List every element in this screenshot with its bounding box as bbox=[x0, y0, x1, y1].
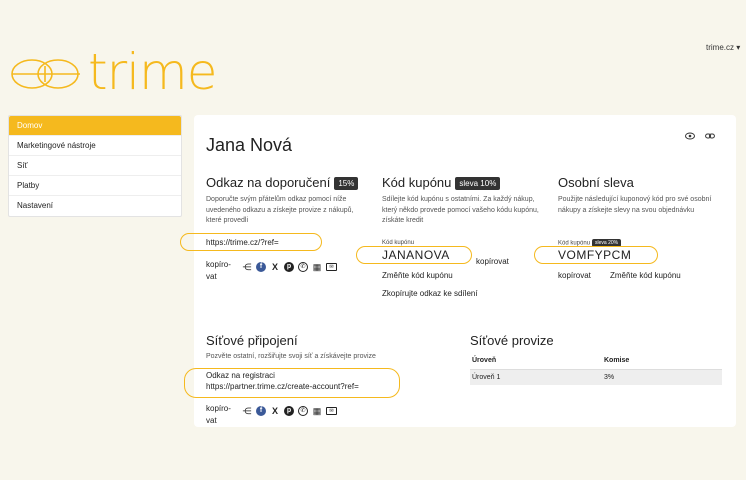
column-header-level: Úroveň bbox=[470, 353, 602, 370]
sidebar-item-marketing-tools[interactable]: Marketingové nástroje bbox=[9, 136, 181, 156]
referral-section-title: Odkaz na doporučení 15% bbox=[206, 175, 359, 191]
coupon-copy-link-button[interactable]: Zkopírujte odkaz ke sdílení bbox=[382, 289, 478, 298]
sidebar-item-home[interactable]: Domov bbox=[9, 116, 181, 136]
network-link[interactable]: https://partner.trime.cz/create-account?… bbox=[206, 382, 359, 391]
mail-icon[interactable]: ✉ bbox=[326, 407, 337, 415]
personal-discount-title: Osobní sleva bbox=[558, 175, 634, 190]
facebook-icon[interactable]: f bbox=[256, 262, 266, 272]
whatsapp-icon[interactable]: ✆ bbox=[298, 406, 308, 416]
coupon-description: Sdílejte kód kupónu s ostatními. Za každ… bbox=[382, 196, 539, 224]
whatsapp-icon[interactable]: ✆ bbox=[298, 262, 308, 272]
x-icon[interactable]: X bbox=[270, 262, 280, 272]
personal-copy-button[interactable]: kopírovat bbox=[558, 271, 591, 280]
coupon-badge: sleva 10% bbox=[455, 177, 501, 191]
commissions-table: Úroveň Komise Úroveň 1 3% bbox=[470, 353, 722, 385]
referral-copy-button[interactable]: kopíro- vat bbox=[206, 259, 231, 283]
referral-description: Doporučte svým přátelům odkaz pomocí níž… bbox=[206, 196, 354, 224]
sidebar-item-payments[interactable]: Platby bbox=[9, 176, 181, 196]
referral-badge: 15% bbox=[334, 177, 359, 191]
coupon-change-button[interactable]: Změňte kód kupónu bbox=[382, 271, 453, 280]
referral-title: Odkaz na doporučení bbox=[206, 175, 331, 190]
personal-code[interactable]: VOMFYPCM bbox=[558, 248, 631, 262]
coupon-title: Kód kupónu bbox=[382, 175, 452, 190]
eye-icon[interactable] bbox=[682, 129, 698, 145]
pinterest-icon[interactable]: p bbox=[284, 262, 294, 272]
mail-icon[interactable]: ✉ bbox=[326, 263, 337, 271]
link-icon[interactable] bbox=[702, 129, 718, 145]
site-switcher[interactable]: trime.cz ▾ bbox=[706, 43, 740, 52]
brand-name: trime bbox=[88, 43, 218, 101]
brand-logo[interactable]: trime bbox=[8, 43, 218, 101]
table-row: Úroveň 1 3% bbox=[470, 369, 722, 385]
qr-code-icon[interactable]: ▦ bbox=[312, 262, 322, 272]
qr-code-icon[interactable]: ▦ bbox=[312, 406, 322, 416]
network-copy-button[interactable]: kopíro- vat bbox=[206, 403, 231, 427]
column-header-commission: Komise bbox=[602, 353, 722, 370]
main-card: Jana Nová Odkaz na doporučení 15% Doporuč… bbox=[180, 115, 736, 427]
level-cell: Úroveň 1 bbox=[470, 369, 602, 385]
coupon-section-title: Kód kupónu sleva 10% bbox=[382, 175, 501, 191]
x-icon[interactable]: X bbox=[270, 406, 280, 416]
personal-discount-description: Použijte následující kuponový kód pro sv… bbox=[558, 196, 712, 214]
network-share-row: ⋲ f X p ✆ ▦ ✉ bbox=[242, 406, 337, 416]
referral-share-row: ⋲ f X p ✆ ▦ ✉ bbox=[242, 262, 337, 272]
commissions-title: Síťové provize bbox=[470, 333, 554, 348]
logo-mark-icon bbox=[11, 59, 80, 89]
network-link-label: Odkaz na registraci bbox=[206, 371, 275, 380]
referral-link[interactable]: https://trime.cz/?ref= bbox=[206, 238, 279, 247]
sidebar-item-settings[interactable]: Nastavení bbox=[9, 196, 181, 216]
commission-cell: 3% bbox=[602, 369, 722, 385]
coupon-code[interactable]: JANANOVA bbox=[382, 248, 450, 262]
pinterest-icon[interactable]: p bbox=[284, 406, 294, 416]
sidebar-item-network[interactable]: Síť bbox=[9, 156, 181, 176]
share-icon[interactable]: ⋲ bbox=[242, 262, 252, 272]
facebook-icon[interactable]: f bbox=[256, 406, 266, 416]
sidebar: Domov Marketingové nástroje Síť Platby N… bbox=[8, 115, 182, 217]
personal-change-button[interactable]: Změňte kód kupónu bbox=[610, 271, 681, 280]
network-title: Síťové připojení bbox=[206, 333, 298, 348]
coupon-copy-button[interactable]: kopírovat bbox=[476, 257, 509, 266]
network-description: Pozvěte ostatní, rozšiřujte svoji síť a … bbox=[206, 353, 376, 360]
share-icon[interactable]: ⋲ bbox=[242, 406, 252, 416]
page-title: Jana Nová bbox=[206, 135, 293, 155]
